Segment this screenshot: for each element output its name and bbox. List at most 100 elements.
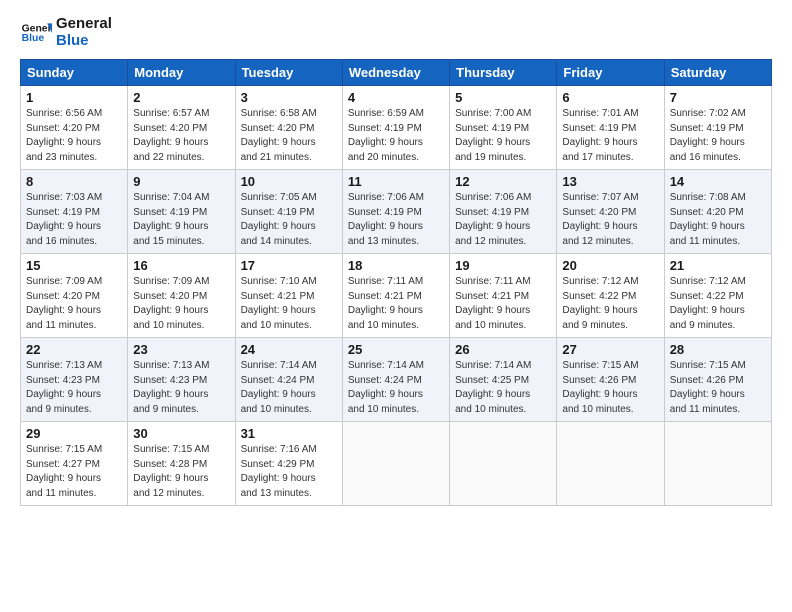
weekday-header-monday: Monday [128, 60, 235, 86]
day-number: 30 [133, 426, 229, 441]
day-info: Sunrise: 7:13 AM Sunset: 4:23 PM Dayligh… [26, 359, 122, 417]
calendar-cell: 4 Sunrise: 6:59 AM Sunset: 4:19 PM Dayli… [342, 86, 449, 170]
calendar-cell: 31 Sunrise: 7:16 AM Sunset: 4:29 PM Dayl… [235, 422, 342, 506]
calendar-cell: 9 Sunrise: 7:04 AM Sunset: 4:19 PM Dayli… [128, 170, 235, 254]
calendar-cell: 23 Sunrise: 7:13 AM Sunset: 4:23 PM Dayl… [128, 338, 235, 422]
day-number: 27 [562, 342, 658, 357]
calendar-cell: 13 Sunrise: 7:07 AM Sunset: 4:20 PM Dayl… [557, 170, 664, 254]
day-info: Sunrise: 7:04 AM Sunset: 4:19 PM Dayligh… [133, 191, 229, 249]
weekday-header-thursday: Thursday [450, 60, 557, 86]
day-info: Sunrise: 7:13 AM Sunset: 4:23 PM Dayligh… [133, 359, 229, 417]
day-info: Sunrise: 7:09 AM Sunset: 4:20 PM Dayligh… [133, 275, 229, 333]
day-number: 31 [241, 426, 337, 441]
day-number: 13 [562, 174, 658, 189]
calendar-cell [342, 422, 449, 506]
day-info: Sunrise: 7:06 AM Sunset: 4:19 PM Dayligh… [348, 191, 444, 249]
day-number: 1 [26, 90, 122, 105]
day-info: Sunrise: 7:12 AM Sunset: 4:22 PM Dayligh… [670, 275, 766, 333]
day-number: 12 [455, 174, 551, 189]
weekday-header-wednesday: Wednesday [342, 60, 449, 86]
calendar-cell: 29 Sunrise: 7:15 AM Sunset: 4:27 PM Dayl… [21, 422, 128, 506]
calendar-cell: 12 Sunrise: 7:06 AM Sunset: 4:19 PM Dayl… [450, 170, 557, 254]
calendar-cell: 11 Sunrise: 7:06 AM Sunset: 4:19 PM Dayl… [342, 170, 449, 254]
day-info: Sunrise: 7:09 AM Sunset: 4:20 PM Dayligh… [26, 275, 122, 333]
calendar-table: SundayMondayTuesdayWednesdayThursdayFrid… [20, 59, 772, 506]
day-number: 3 [241, 90, 337, 105]
calendar-cell: 19 Sunrise: 7:11 AM Sunset: 4:21 PM Dayl… [450, 254, 557, 338]
day-info: Sunrise: 7:14 AM Sunset: 4:24 PM Dayligh… [241, 359, 337, 417]
calendar-cell: 15 Sunrise: 7:09 AM Sunset: 4:20 PM Dayl… [21, 254, 128, 338]
day-number: 15 [26, 258, 122, 273]
week-row-1: 1 Sunrise: 6:56 AM Sunset: 4:20 PM Dayli… [21, 86, 772, 170]
calendar-cell: 17 Sunrise: 7:10 AM Sunset: 4:21 PM Dayl… [235, 254, 342, 338]
weekday-header-tuesday: Tuesday [235, 60, 342, 86]
day-info: Sunrise: 7:14 AM Sunset: 4:24 PM Dayligh… [348, 359, 444, 417]
calendar-cell: 25 Sunrise: 7:14 AM Sunset: 4:24 PM Dayl… [342, 338, 449, 422]
day-info: Sunrise: 7:14 AM Sunset: 4:25 PM Dayligh… [455, 359, 551, 417]
day-number: 26 [455, 342, 551, 357]
calendar-cell: 28 Sunrise: 7:15 AM Sunset: 4:26 PM Dayl… [664, 338, 771, 422]
weekday-header-row: SundayMondayTuesdayWednesdayThursdayFrid… [21, 60, 772, 86]
day-info: Sunrise: 7:12 AM Sunset: 4:22 PM Dayligh… [562, 275, 658, 333]
day-number: 20 [562, 258, 658, 273]
svg-text:Blue: Blue [22, 33, 45, 44]
weekday-header-friday: Friday [557, 60, 664, 86]
calendar-cell [557, 422, 664, 506]
day-info: Sunrise: 7:16 AM Sunset: 4:29 PM Dayligh… [241, 443, 337, 501]
day-number: 18 [348, 258, 444, 273]
weekday-header-sunday: Sunday [21, 60, 128, 86]
calendar-cell: 6 Sunrise: 7:01 AM Sunset: 4:19 PM Dayli… [557, 86, 664, 170]
day-info: Sunrise: 6:58 AM Sunset: 4:20 PM Dayligh… [241, 107, 337, 165]
day-info: Sunrise: 7:11 AM Sunset: 4:21 PM Dayligh… [348, 275, 444, 333]
calendar-cell: 21 Sunrise: 7:12 AM Sunset: 4:22 PM Dayl… [664, 254, 771, 338]
week-row-2: 8 Sunrise: 7:03 AM Sunset: 4:19 PM Dayli… [21, 170, 772, 254]
day-info: Sunrise: 7:15 AM Sunset: 4:26 PM Dayligh… [670, 359, 766, 417]
day-info: Sunrise: 7:03 AM Sunset: 4:19 PM Dayligh… [26, 191, 122, 249]
day-info: Sunrise: 7:11 AM Sunset: 4:21 PM Dayligh… [455, 275, 551, 333]
day-number: 11 [348, 174, 444, 189]
day-info: Sunrise: 7:10 AM Sunset: 4:21 PM Dayligh… [241, 275, 337, 333]
day-number: 21 [670, 258, 766, 273]
day-number: 5 [455, 90, 551, 105]
day-number: 10 [241, 174, 337, 189]
calendar-cell: 30 Sunrise: 7:15 AM Sunset: 4:28 PM Dayl… [128, 422, 235, 506]
calendar-cell: 14 Sunrise: 7:08 AM Sunset: 4:20 PM Dayl… [664, 170, 771, 254]
calendar-cell: 2 Sunrise: 6:57 AM Sunset: 4:20 PM Dayli… [128, 86, 235, 170]
day-info: Sunrise: 7:02 AM Sunset: 4:19 PM Dayligh… [670, 107, 766, 165]
day-info: Sunrise: 7:07 AM Sunset: 4:20 PM Dayligh… [562, 191, 658, 249]
day-number: 8 [26, 174, 122, 189]
logo-text: GeneralBlue [56, 16, 112, 49]
header: General Blue GeneralBlue [20, 16, 772, 49]
day-info: Sunrise: 7:05 AM Sunset: 4:19 PM Dayligh… [241, 191, 337, 249]
day-number: 4 [348, 90, 444, 105]
logo-icon: General Blue [20, 17, 52, 49]
day-number: 14 [670, 174, 766, 189]
day-info: Sunrise: 7:15 AM Sunset: 4:28 PM Dayligh… [133, 443, 229, 501]
calendar-cell: 7 Sunrise: 7:02 AM Sunset: 4:19 PM Dayli… [664, 86, 771, 170]
week-row-5: 29 Sunrise: 7:15 AM Sunset: 4:27 PM Dayl… [21, 422, 772, 506]
calendar-cell: 24 Sunrise: 7:14 AM Sunset: 4:24 PM Dayl… [235, 338, 342, 422]
calendar-cell: 8 Sunrise: 7:03 AM Sunset: 4:19 PM Dayli… [21, 170, 128, 254]
calendar-cell: 26 Sunrise: 7:14 AM Sunset: 4:25 PM Dayl… [450, 338, 557, 422]
day-info: Sunrise: 6:59 AM Sunset: 4:19 PM Dayligh… [348, 107, 444, 165]
day-number: 7 [670, 90, 766, 105]
day-number: 29 [26, 426, 122, 441]
day-number: 2 [133, 90, 229, 105]
day-info: Sunrise: 7:01 AM Sunset: 4:19 PM Dayligh… [562, 107, 658, 165]
calendar-cell [450, 422, 557, 506]
logo: General Blue GeneralBlue [20, 16, 112, 49]
day-info: Sunrise: 7:15 AM Sunset: 4:27 PM Dayligh… [26, 443, 122, 501]
week-row-3: 15 Sunrise: 7:09 AM Sunset: 4:20 PM Dayl… [21, 254, 772, 338]
week-row-4: 22 Sunrise: 7:13 AM Sunset: 4:23 PM Dayl… [21, 338, 772, 422]
calendar-cell: 5 Sunrise: 7:00 AM Sunset: 4:19 PM Dayli… [450, 86, 557, 170]
day-number: 22 [26, 342, 122, 357]
weekday-header-saturday: Saturday [664, 60, 771, 86]
calendar-cell: 1 Sunrise: 6:56 AM Sunset: 4:20 PM Dayli… [21, 86, 128, 170]
day-info: Sunrise: 7:15 AM Sunset: 4:26 PM Dayligh… [562, 359, 658, 417]
day-number: 28 [670, 342, 766, 357]
calendar-cell: 22 Sunrise: 7:13 AM Sunset: 4:23 PM Dayl… [21, 338, 128, 422]
day-number: 17 [241, 258, 337, 273]
day-info: Sunrise: 7:08 AM Sunset: 4:20 PM Dayligh… [670, 191, 766, 249]
calendar-cell: 18 Sunrise: 7:11 AM Sunset: 4:21 PM Dayl… [342, 254, 449, 338]
calendar-cell: 3 Sunrise: 6:58 AM Sunset: 4:20 PM Dayli… [235, 86, 342, 170]
